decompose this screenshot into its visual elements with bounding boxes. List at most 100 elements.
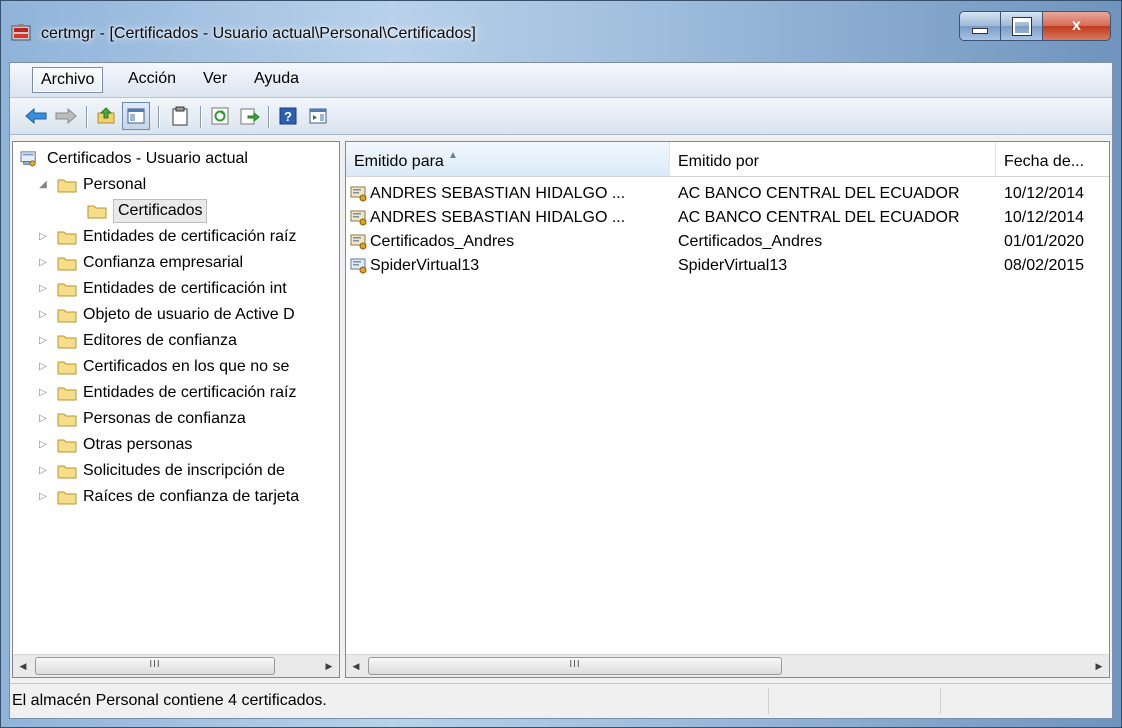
tree-item-entidades-intermedias[interactable]: ▷ Entidades de certificación int [35, 276, 287, 302]
status-bar: El almacén Personal contiene 4 certifica… [10, 683, 1112, 718]
table-row[interactable]: Certificados_Andres Certificados_Andres … [346, 230, 1109, 254]
tree-item-personal[interactable]: ◢ Personal [35, 172, 146, 198]
certmgr-app-icon [11, 23, 31, 43]
tree-item-personas-confianza[interactable]: ▷ Personas de confianza [35, 406, 246, 432]
cell-issued-by: SpiderVirtual13 [678, 257, 788, 274]
refresh-icon[interactable] [208, 104, 232, 128]
back-arrow-icon[interactable] [24, 104, 48, 128]
toolbar: ? [10, 98, 1112, 135]
tree-item-no-confiables[interactable]: ▷ Certificados en los que no se [35, 354, 289, 380]
certmgr-window: certmgr - [Certificados - Usuario actual… [0, 0, 1122, 728]
close-icon: x [1072, 17, 1081, 34]
folder-icon [57, 361, 77, 375]
tree-root-label: Certificados - Usuario actual [47, 150, 248, 167]
show-hide-tree-icon[interactable] [122, 102, 150, 130]
title-bar[interactable]: certmgr - [Certificados - Usuario actual… [1, 1, 1121, 55]
folder-icon [57, 179, 77, 193]
maximize-button[interactable] [1001, 11, 1043, 41]
cell-date: 01/01/2020 [1004, 233, 1085, 250]
toolbar-separator [268, 106, 270, 128]
tree-item-active-directory[interactable]: ▷ Objeto de usuario de Active D [35, 302, 295, 328]
tree-item-solicitudes[interactable]: ▷ Solicitudes de inscripción de [35, 458, 285, 484]
cell-date: 10/12/2014 [1004, 209, 1085, 226]
tree-item-editores[interactable]: ▷ Editores de confianza [35, 328, 237, 354]
tree-item-label: Otras personas [83, 436, 193, 453]
properties-icon[interactable] [168, 104, 192, 128]
folder-icon [57, 413, 77, 427]
tree-item-label: Objeto de usuario de Active D [83, 306, 295, 323]
expand-arrow-icon[interactable]: ▷ [35, 229, 51, 245]
tree-item-otras-personas[interactable]: ▷ Otras personas [35, 432, 192, 458]
folder-icon [57, 387, 77, 401]
tree-item-label: Editores de confianza [83, 332, 237, 349]
scroll-right-arrow-icon[interactable]: ▶ [319, 655, 339, 677]
column-header-emitido-por[interactable]: Emitido por [670, 142, 996, 176]
table-row[interactable]: SpiderVirtual13 SpiderVirtual13 08/02/20… [346, 254, 1109, 278]
toolbar-separator [200, 106, 202, 128]
scrollbar-thumb[interactable]: III [35, 657, 275, 675]
expand-arrow-icon[interactable]: ▷ [35, 437, 51, 453]
cell-issued-to: ANDRES SEBASTIAN HIDALGO ... [370, 209, 626, 226]
tree-item-confianza-empresarial[interactable]: ▷ Confianza empresarial [35, 250, 243, 276]
tree-item-label: Entidades de certificación raíz [83, 228, 297, 245]
tree-item-entidades-raiz-terceros[interactable]: ▷ Entidades de certificación raíz [35, 380, 296, 406]
expand-arrow-icon[interactable]: ▷ [35, 359, 51, 375]
expand-arrow-icon[interactable]: ▷ [35, 489, 51, 505]
menu-bar: Archivo Acción Ver Ayuda [10, 63, 1112, 98]
folder-icon [57, 257, 77, 271]
toolbar-separator [158, 106, 160, 128]
scroll-right-arrow-icon[interactable]: ▶ [1089, 655, 1109, 677]
help-icon[interactable]: ? [276, 104, 300, 128]
collapse-arrow-icon[interactable]: ◢ [35, 177, 51, 193]
table-row[interactable]: ANDRES SEBASTIAN HIDALGO ... AC BANCO CE… [346, 206, 1109, 230]
folder-icon [57, 283, 77, 297]
tree-item-label: Entidades de certificación raíz [83, 384, 297, 401]
folder-icon [57, 309, 77, 323]
menu-accion[interactable]: Acción [120, 67, 184, 91]
certificate-icon [350, 186, 367, 202]
list-header: Emitido para ▲ Emitido por Fecha de... [346, 142, 1109, 177]
column-header-emitido-para[interactable]: Emitido para ▲ [346, 142, 670, 176]
certificate-list-pane[interactable]: Emitido para ▲ Emitido por Fecha de... A… [345, 141, 1110, 678]
expand-arrow-icon[interactable]: ▷ [35, 411, 51, 427]
expand-arrow-icon[interactable]: ▷ [35, 281, 51, 297]
column-header-fecha[interactable]: Fecha de... [996, 142, 1109, 176]
menu-archivo[interactable]: Archivo [32, 67, 104, 93]
cell-date: 08/02/2015 [1004, 257, 1085, 274]
certificate-store-icon [20, 151, 36, 167]
close-button[interactable]: x [1043, 11, 1111, 41]
cell-issued-to: ANDRES SEBASTIAN HIDALGO ... [370, 185, 626, 202]
export-list-icon[interactable] [238, 104, 262, 128]
expand-arrow-icon[interactable]: ▷ [35, 333, 51, 349]
tree-item-label: Raíces de confianza de tarjeta [83, 488, 300, 505]
tree-item-tarjeta-inteligente[interactable]: ▷ Raíces de confianza de tarjeta [35, 484, 299, 510]
cell-issued-by: Certificados_Andres [678, 233, 823, 250]
tree-horizontal-scrollbar[interactable]: ◀ III ▶ [13, 654, 339, 677]
console-tree-pane[interactable]: Certificados - Usuario actual ◢ Personal… [12, 141, 340, 678]
expand-arrow-icon[interactable]: ▷ [35, 255, 51, 271]
menu-ayuda[interactable]: Ayuda [246, 67, 307, 91]
tree-root[interactable]: Certificados - Usuario actual [19, 146, 248, 172]
folder-icon [57, 335, 77, 349]
status-separator [940, 688, 941, 714]
list-horizontal-scrollbar[interactable]: ◀ III ▶ [346, 654, 1109, 677]
tree-item-certificados[interactable]: Certificados [87, 198, 208, 224]
folder-icon [57, 491, 77, 505]
scroll-left-arrow-icon[interactable]: ◀ [13, 655, 33, 677]
certificate-icon [350, 258, 367, 274]
forward-arrow-icon[interactable] [54, 104, 78, 128]
expand-arrow-icon[interactable]: ▷ [35, 463, 51, 479]
expand-arrow-icon[interactable]: ▷ [35, 307, 51, 323]
menu-ver[interactable]: Ver [195, 67, 235, 91]
action-pane-icon[interactable] [306, 104, 330, 128]
tree-item-label: Personal [83, 176, 147, 193]
table-row[interactable]: ANDRES SEBASTIAN HIDALGO ... AC BANCO CE… [346, 182, 1109, 206]
client-area: Archivo Acción Ver Ayuda ? Certificados … [9, 62, 1113, 719]
up-folder-icon[interactable] [94, 104, 118, 128]
scroll-left-arrow-icon[interactable]: ◀ [346, 655, 366, 677]
cell-date: 10/12/2014 [1004, 185, 1085, 202]
tree-item-entidades-raiz[interactable]: ▷ Entidades de certificación raíz [35, 224, 296, 250]
scrollbar-thumb[interactable]: III [368, 657, 782, 675]
expand-arrow-icon[interactable]: ▷ [35, 385, 51, 401]
minimize-button[interactable] [959, 11, 1001, 41]
